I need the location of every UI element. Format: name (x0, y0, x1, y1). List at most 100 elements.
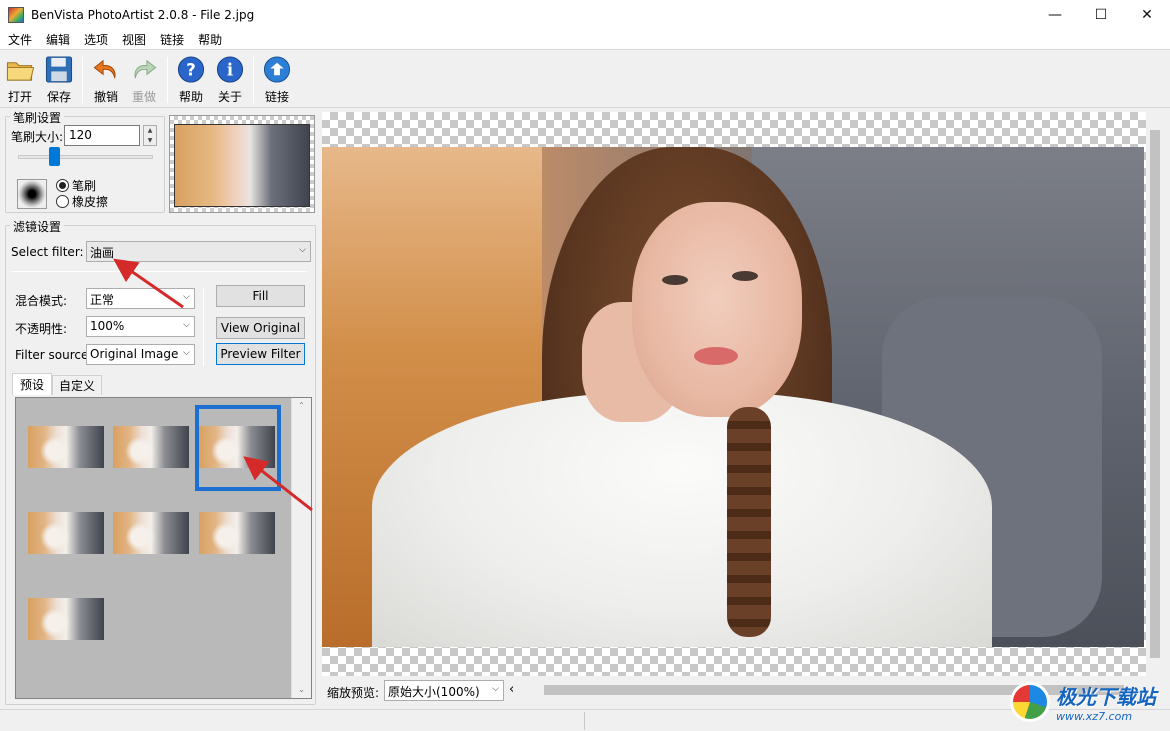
preset-thumbnail[interactable] (28, 598, 104, 640)
preset-thumbnail[interactable] (199, 512, 275, 554)
window-title: BenVista PhotoArtist 2.0.8 - File 2.jpg (31, 8, 255, 22)
canvas-vertical-scrollbar-thumb[interactable] (1150, 130, 1160, 658)
title-bar: BenVista PhotoArtist 2.0.8 - File 2.jpg … (0, 0, 1170, 30)
close-button[interactable]: ✕ (1124, 0, 1170, 30)
blend-mode-value: 正常 (90, 293, 115, 307)
maximize-button[interactable]: ☐ (1078, 0, 1124, 30)
fill-button[interactable]: Fill (216, 285, 305, 307)
image-canvas[interactable] (322, 112, 1146, 676)
opacity-label: 不透明性: (15, 322, 68, 336)
undo-icon (93, 59, 116, 79)
save-label: 保存 (46, 90, 71, 104)
eraser-mode-label: 橡皮擦 (72, 195, 109, 209)
image-face (632, 202, 802, 417)
undo-button[interactable]: 撤销 (86, 55, 126, 105)
toolbar: 打开 保存 撤销 重做 ? 帮助 i 关于 链接 (0, 51, 1170, 108)
preset-selection (195, 405, 281, 491)
spin-down-icon[interactable]: ▼ (144, 136, 156, 146)
select-filter-label: Select filter: (11, 245, 84, 259)
menu-options[interactable]: 选项 (78, 31, 114, 48)
canvas-vertical-scrollbar[interactable] (1146, 112, 1164, 676)
watermark-logo-icon (1010, 682, 1050, 722)
svg-text:?: ? (186, 60, 196, 79)
link-button[interactable]: 链接 (257, 55, 297, 105)
menu-link[interactable]: 链接 (154, 31, 190, 48)
open-label: 打开 (7, 90, 32, 104)
toolbar-separator (253, 57, 254, 103)
filter-source-select[interactable]: Original Image ⌵ (86, 344, 195, 365)
brush-radio-dot[interactable] (56, 179, 69, 192)
open-button[interactable]: 打开 (0, 55, 40, 105)
chevron-down-icon: ⌵ (183, 292, 190, 302)
filter-settings-title: 滤镜设置 (10, 218, 65, 235)
scroll-up-icon[interactable]: ⌃ (292, 398, 311, 414)
menu-bar: 文件 编辑 选项 视图 链接 帮助 (0, 30, 1170, 50)
brush-mode-radio[interactable]: 笔刷 (56, 177, 96, 194)
brush-settings-group: 笔刷设置 笔刷大小: 120 ▲ ▼ 笔刷 橡皮擦 (5, 109, 165, 213)
scroll-down-icon[interactable]: ⌄ (292, 682, 311, 698)
image-braid (727, 407, 771, 637)
toolbar-separator (82, 57, 83, 103)
spin-up-icon[interactable]: ▲ (144, 126, 156, 136)
scroll-left-icon[interactable]: ‹ (509, 682, 514, 697)
brush-size-slider[interactable] (18, 155, 153, 159)
about-label: 关于 (217, 90, 242, 104)
tab-custom[interactable]: 自定义 (52, 375, 102, 395)
zoom-label: 缩放预览: (327, 686, 380, 700)
zoom-select[interactable]: 原始大小(100%) ⌵ (384, 680, 504, 701)
preset-thumbnail[interactable] (28, 512, 104, 554)
brush-size-spinner[interactable]: ▲ ▼ (143, 125, 157, 146)
filter-settings-group: 滤镜设置 Select filter: 油画 ⌵ 混合模式: 正常 ⌵ 不透明性… (5, 218, 316, 705)
toolbar-separator (167, 57, 168, 103)
chevron-down-icon: ⌵ (183, 320, 190, 330)
filter-source-label: Filter source: (15, 348, 93, 362)
navigator-image (174, 124, 310, 207)
menu-edit[interactable]: 编辑 (40, 31, 76, 48)
filter-source-value: Original Image (90, 347, 179, 361)
redo-button[interactable]: 重做 (124, 55, 164, 105)
chevron-down-icon: ⌵ (492, 684, 499, 694)
tab-presets[interactable]: 预设 (12, 373, 52, 395)
app-icon (8, 7, 24, 23)
filter-select[interactable]: 油画 ⌵ (86, 241, 311, 262)
preset-scrollbar[interactable]: ⌃ ⌄ (291, 398, 311, 698)
menu-file[interactable]: 文件 (2, 31, 38, 48)
floppy-disk-icon (45, 56, 73, 83)
menu-help[interactable]: 帮助 (192, 31, 228, 48)
brush-mode-label: 笔刷 (72, 179, 97, 193)
brush-size-input[interactable]: 120 (64, 125, 140, 146)
opacity-select[interactable]: 100% ⌵ (86, 316, 195, 337)
preset-gallery: ⌃ ⌄ (15, 397, 312, 699)
help-label: 帮助 (178, 90, 203, 104)
blend-mode-select[interactable]: 正常 ⌵ (86, 288, 195, 309)
save-button[interactable]: 保存 (39, 55, 79, 105)
redo-icon (134, 59, 157, 79)
brush-size-slider-thumb[interactable] (49, 147, 61, 166)
preset-thumbnail[interactable] (28, 426, 104, 468)
image-body (372, 392, 992, 647)
link-label: 链接 (264, 90, 289, 104)
image-eye-left (662, 275, 688, 285)
minimize-button[interactable]: — (1032, 0, 1078, 30)
preset-thumbnail[interactable] (113, 512, 189, 554)
preset-thumbnail[interactable] (113, 426, 189, 468)
about-button[interactable]: i 关于 (210, 55, 250, 105)
navigator-thumbnail[interactable] (169, 115, 315, 213)
divider (203, 288, 204, 366)
redo-label: 重做 (131, 90, 156, 104)
eraser-mode-radio[interactable]: 橡皮擦 (56, 193, 108, 210)
folder-open-icon (6, 62, 35, 81)
brush-preview (17, 179, 47, 209)
divider (11, 271, 307, 272)
help-button[interactable]: ? 帮助 (171, 55, 211, 105)
brush-settings-title: 笔刷设置 (10, 109, 65, 126)
blend-mode-label: 混合模式: (15, 294, 68, 308)
preview-image (322, 147, 1144, 647)
eraser-radio-dot[interactable] (56, 195, 69, 208)
status-pane (0, 712, 585, 730)
filter-select-value: 油画 (90, 246, 115, 260)
menu-view[interactable]: 视图 (116, 31, 152, 48)
preview-filter-button[interactable]: Preview Filter (216, 343, 305, 365)
view-original-button[interactable]: View Original (216, 317, 305, 339)
help-icon: ? (177, 56, 205, 83)
